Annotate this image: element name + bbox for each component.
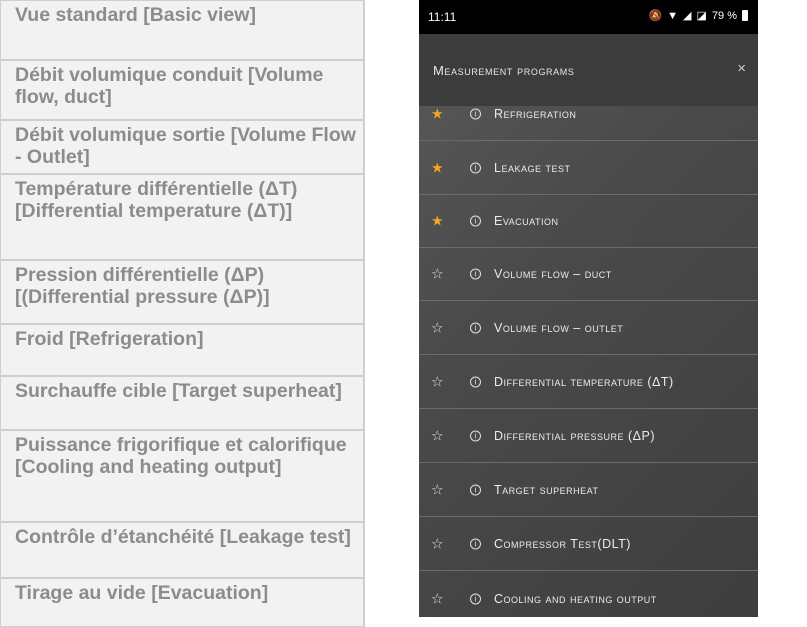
close-icon[interactable]: × — [737, 60, 746, 77]
info-icon[interactable]: i — [470, 108, 481, 120]
status-icons: 🔕 ▼ ◢ ◪ 79 % — [648, 9, 748, 22]
star-outline-icon[interactable]: ☆ — [431, 428, 444, 445]
table-row: Froid [Refrigeration] — [0, 324, 364, 376]
table-row: Débit volumique conduit [Volume flow, du… — [0, 60, 364, 120]
list-item-label: Volume flow – outlet — [494, 321, 624, 335]
table-row-label: Contrôle d’étanchéité [Leakage test] — [15, 526, 351, 548]
list-item-label: Differential pressure (ΔP) — [494, 429, 656, 443]
star-outline-icon[interactable]: ☆ — [431, 536, 444, 553]
table-row: Tirage au vide [Evacuation] — [0, 578, 364, 627]
list-item-label: Compressor Test(DLT) — [494, 537, 631, 551]
list-item-label: Cooling and heating output — [494, 591, 657, 606]
info-icon[interactable]: i — [470, 268, 481, 280]
table-row-label: Surchauffe cible [Target superheat] — [15, 380, 342, 402]
info-icon[interactable]: i — [470, 376, 481, 388]
phone-screenshot: 11:11 🔕 ▼ ◢ ◪ 79 % Measurement programs … — [419, 0, 758, 617]
table-row: Vue standard [Basic view] — [0, 0, 364, 60]
list-item[interactable]: ☆ i Cooling and heating output — [419, 572, 758, 617]
no-sim-icon: ◪ — [696, 10, 707, 22]
info-icon[interactable]: i — [470, 215, 481, 227]
signal-icon: ◢ — [683, 10, 692, 22]
list-item[interactable]: ☆ i Volume flow – duct — [419, 248, 758, 301]
battery-percent: 79 % — [711, 9, 737, 22]
star-outline-icon[interactable]: ☆ — [431, 266, 444, 283]
table-row-label: Puissance frigorifique et calorifique [C… — [15, 434, 347, 478]
list-item-label: Refrigeration — [494, 107, 577, 121]
list-item[interactable]: ☆ i Volume flow – outlet — [419, 302, 758, 355]
list-item-label: Evacuation — [494, 214, 559, 228]
info-icon[interactable]: i — [470, 593, 481, 604]
table-row: Température différentielle (ΔT) [Differe… — [0, 174, 364, 260]
program-table: Vue standard [Basic view] Débit volumiqu… — [0, 0, 368, 627]
info-icon[interactable]: i — [470, 322, 481, 334]
list-item[interactable]: ★ i Refrigeration — [419, 88, 758, 141]
screen-title: Measurement programs — [433, 63, 575, 78]
star-outline-icon[interactable]: ☆ — [431, 482, 444, 499]
list-item[interactable]: ☆ i Target superheat — [419, 464, 758, 517]
table-row-label: Température différentielle (ΔT) [Differe… — [15, 178, 298, 222]
table-row-label: Pression différentielle (ΔP) [(Different… — [15, 264, 270, 308]
table-row-label: Tirage au vide [Evacuation] — [15, 582, 269, 604]
table-row-label: Froid [Refrigeration] — [15, 328, 204, 350]
table-row: Contrôle d’étanchéité [Leakage test] — [0, 522, 364, 578]
info-icon[interactable]: i — [470, 538, 481, 550]
wifi-icon: ▼ — [667, 9, 679, 22]
table-row: Surchauffe cible [Target superheat] — [0, 376, 364, 430]
table-row-label: Vue standard [Basic view] — [15, 4, 256, 26]
star-filled-icon[interactable]: ★ — [431, 106, 444, 123]
mute-icon: 🔕 — [648, 10, 663, 22]
list-item[interactable]: ☆ i Compressor Test(DLT) — [419, 518, 758, 571]
star-outline-icon[interactable]: ☆ — [431, 590, 444, 607]
table-row: Pression différentielle (ΔP) [(Different… — [0, 260, 364, 324]
list-item[interactable]: ★ i Leakage test — [419, 142, 758, 195]
status-time: 11:11 — [428, 10, 457, 24]
list-item-label: Target superheat — [494, 483, 599, 497]
table-row-label: Débit volumique conduit [Volume flow, du… — [15, 64, 324, 108]
table-row: Puissance frigorifique et calorifique [C… — [0, 430, 364, 522]
status-bar: 11:11 🔕 ▼ ◢ ◪ 79 % — [419, 0, 758, 34]
list-item-label: Volume flow – duct — [494, 267, 612, 281]
star-outline-icon[interactable]: ☆ — [431, 320, 444, 337]
table-row-label: Débit volumique sortie [Volume Flow - Ou… — [15, 124, 356, 168]
list-item-label: Leakage test — [494, 161, 571, 175]
info-icon[interactable]: i — [470, 484, 481, 496]
list-item[interactable]: ☆ i Differential pressure (ΔP) — [419, 410, 758, 463]
info-icon[interactable]: i — [470, 430, 481, 442]
table-row: Débit volumique sortie [Volume Flow - Ou… — [0, 120, 364, 174]
star-filled-icon[interactable]: ★ — [431, 213, 444, 230]
list-item[interactable]: ☆ i Differential temperature (ΔT) — [419, 356, 758, 409]
info-icon[interactable]: i — [470, 162, 481, 174]
star-outline-icon[interactable]: ☆ — [431, 374, 444, 391]
list-item-label: Differential temperature (ΔT) — [494, 375, 674, 389]
battery-icon — [742, 10, 748, 21]
list-item[interactable]: ★ i Evacuation — [419, 195, 758, 248]
star-filled-icon[interactable]: ★ — [431, 160, 444, 177]
